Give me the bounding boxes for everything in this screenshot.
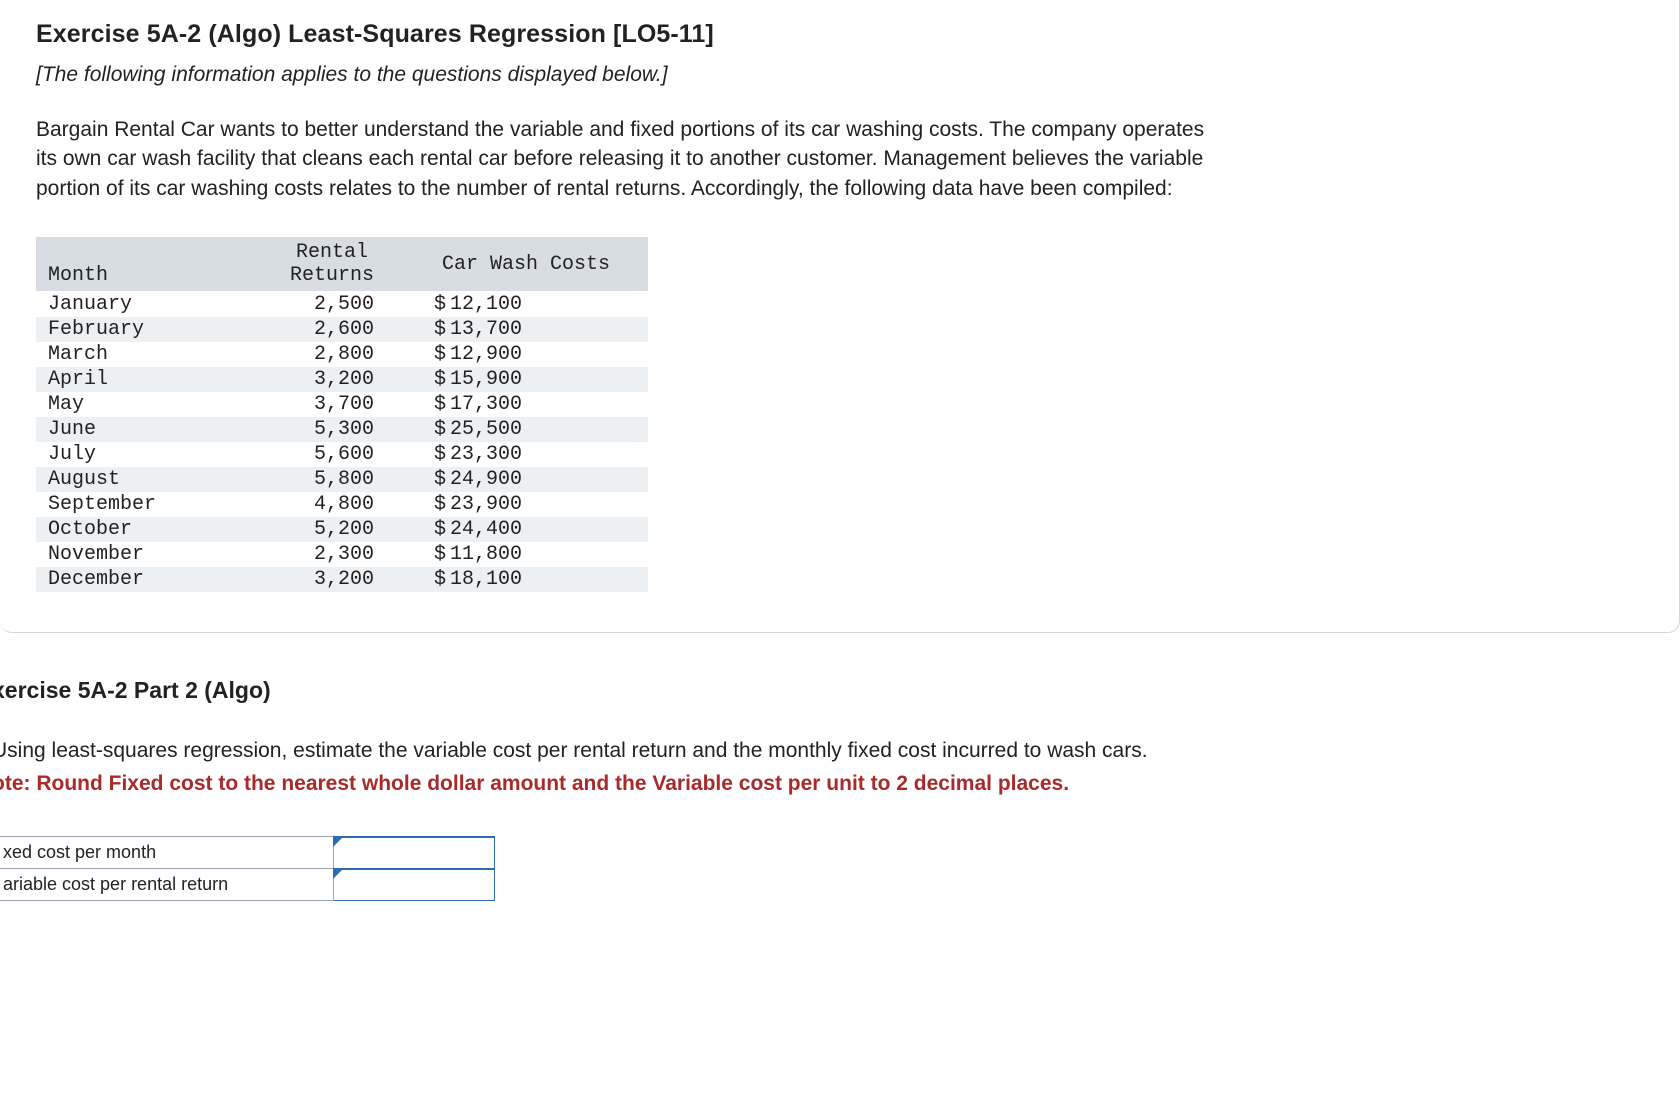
table-row: June5,300$25,500	[36, 417, 648, 442]
fixed-cost-cell[interactable]	[334, 837, 495, 869]
cost-cell: 23,900	[446, 492, 648, 517]
exercise-subtitle: [The following information applies to th…	[36, 63, 1643, 87]
fixed-cost-label: xed cost per month	[0, 837, 334, 869]
month-cell: November	[36, 542, 260, 567]
cost-cell: 18,100	[446, 567, 648, 592]
variable-cost-cell[interactable]	[334, 869, 495, 901]
returns-cell: 5,800	[260, 467, 404, 492]
cell-marker-icon	[333, 837, 343, 847]
col-header-month: Month	[36, 237, 260, 292]
cost-cell: 25,500	[446, 417, 648, 442]
cost-cell: 11,800	[446, 542, 648, 567]
month-cell: January	[36, 292, 260, 318]
currency-cell: $	[404, 542, 446, 567]
month-cell: April	[36, 367, 260, 392]
month-cell: October	[36, 517, 260, 542]
data-table: Month Rental Returns Car Wash Costs Janu…	[36, 237, 648, 592]
table-row: April3,200$15,900	[36, 367, 648, 392]
month-cell: December	[36, 567, 260, 592]
exercise-body: Bargain Rental Car wants to better under…	[36, 115, 1216, 203]
month-cell: May	[36, 392, 260, 417]
month-cell: July	[36, 442, 260, 467]
cost-cell: 12,900	[446, 342, 648, 367]
currency-cell: $	[404, 392, 446, 417]
returns-cell: 2,800	[260, 342, 404, 367]
returns-cell: 2,500	[260, 292, 404, 318]
answer-table: xed cost per month ariable cost per rent…	[0, 836, 495, 901]
table-row: November2,300$11,800	[36, 542, 648, 567]
cost-cell: 17,300	[446, 392, 648, 417]
returns-cell: 2,300	[260, 542, 404, 567]
table-row: August5,800$24,900	[36, 467, 648, 492]
table-row: January2,500$12,100	[36, 292, 648, 318]
month-cell: March	[36, 342, 260, 367]
returns-cell: 3,700	[260, 392, 404, 417]
returns-cell: 3,200	[260, 367, 404, 392]
col-header-returns: Rental Returns	[260, 237, 404, 292]
col-header-costs: Car Wash Costs	[404, 237, 648, 292]
table-row: ariable cost per rental return	[0, 869, 495, 901]
part2-title: xercise 5A-2 Part 2 (Algo)	[0, 677, 1680, 704]
returns-cell: 5,200	[260, 517, 404, 542]
table-row: March2,800$12,900	[36, 342, 648, 367]
cost-cell: 12,100	[446, 292, 648, 318]
table-row: xed cost per month	[0, 837, 495, 869]
part2-section: xercise 5A-2 Part 2 (Algo) Using least-s…	[0, 633, 1680, 900]
returns-cell: 4,800	[260, 492, 404, 517]
cost-cell: 23,300	[446, 442, 648, 467]
month-cell: June	[36, 417, 260, 442]
table-row: May3,700$17,300	[36, 392, 648, 417]
returns-cell: 5,600	[260, 442, 404, 467]
returns-cell: 3,200	[260, 567, 404, 592]
currency-cell: $	[404, 292, 446, 318]
returns-cell: 5,300	[260, 417, 404, 442]
fixed-cost-input[interactable]	[334, 838, 494, 868]
month-cell: February	[36, 317, 260, 342]
currency-cell: $	[404, 517, 446, 542]
month-cell: August	[36, 467, 260, 492]
returns-cell: 2,600	[260, 317, 404, 342]
currency-cell: $	[404, 317, 446, 342]
currency-cell: $	[404, 342, 446, 367]
cost-cell: 24,900	[446, 467, 648, 492]
cost-cell: 15,900	[446, 367, 648, 392]
currency-cell: $	[404, 442, 446, 467]
exercise-title: Exercise 5A-2 (Algo) Least-Squares Regre…	[36, 20, 1643, 49]
cost-cell: 24,400	[446, 517, 648, 542]
month-cell: September	[36, 492, 260, 517]
currency-cell: $	[404, 417, 446, 442]
currency-cell: $	[404, 492, 446, 517]
part2-note: ote: Round Fixed cost to the nearest who…	[0, 772, 1680, 796]
table-row: July5,600$23,300	[36, 442, 648, 467]
cost-cell: 13,700	[446, 317, 648, 342]
table-row: September4,800$23,900	[36, 492, 648, 517]
currency-cell: $	[404, 467, 446, 492]
table-row: February2,600$13,700	[36, 317, 648, 342]
table-row: October5,200$24,400	[36, 517, 648, 542]
exercise-panel: Exercise 5A-2 (Algo) Least-Squares Regre…	[0, 0, 1680, 633]
currency-cell: $	[404, 567, 446, 592]
currency-cell: $	[404, 367, 446, 392]
variable-cost-label: ariable cost per rental return	[0, 869, 334, 901]
part2-question: Using least-squares regression, estimate…	[0, 736, 1252, 765]
cell-marker-icon	[333, 869, 343, 879]
variable-cost-input[interactable]	[334, 870, 494, 900]
table-row: December3,200$18,100	[36, 567, 648, 592]
